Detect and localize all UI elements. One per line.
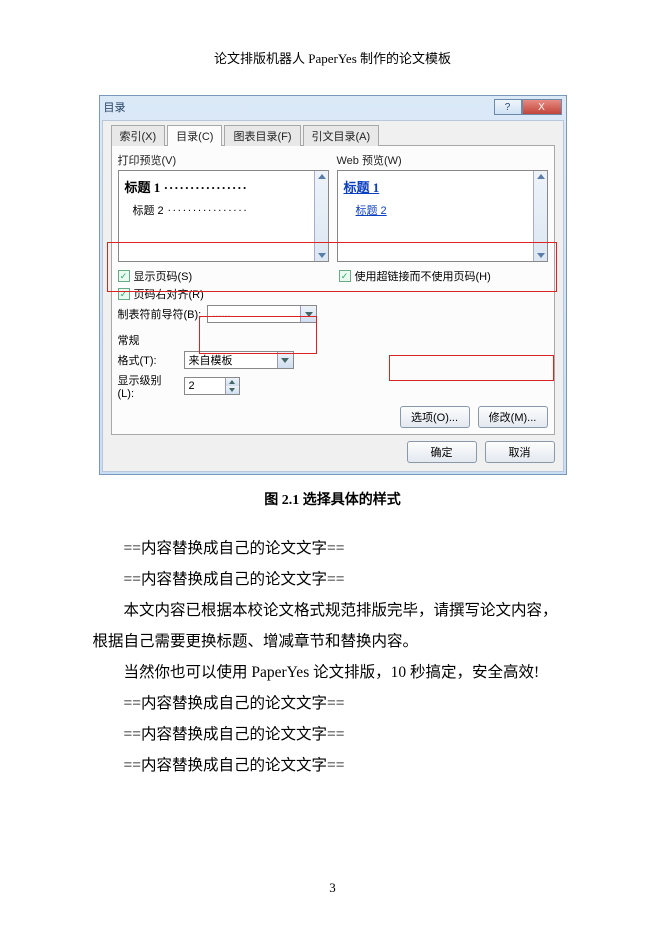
checkbox-hyperlink-label: 使用超链接而不使用页码(H) bbox=[355, 268, 491, 284]
web-preview: 标题 1 标题 2 bbox=[337, 170, 548, 262]
modify-button[interactable]: 修改(M)... bbox=[478, 406, 548, 428]
tab-figures[interactable]: 图表目录(F) bbox=[224, 125, 300, 146]
leader-label: 制表符前导符(B): bbox=[118, 306, 202, 322]
toc-dialog: 目录 ? X 索引(X) 目录(C) 图表目录(F) 引文目录(A) 打印预览(… bbox=[99, 95, 567, 475]
para: ==内容替换成自己的论文文字== bbox=[93, 719, 573, 750]
checkbox-right-align[interactable]: ✓ bbox=[118, 288, 130, 300]
tab-citations[interactable]: 引文目录(A) bbox=[303, 125, 380, 146]
scrollbar[interactable] bbox=[314, 171, 328, 261]
chevron-down-icon[interactable] bbox=[300, 306, 316, 322]
figure-caption: 图 2.1 选择具体的样式 bbox=[0, 489, 665, 509]
toc-dots-2: ................ bbox=[168, 202, 314, 218]
toc-heading-1: 标题 1 bbox=[125, 177, 161, 196]
tab-index[interactable]: 索引(X) bbox=[111, 125, 166, 146]
checkbox-right-align-label: 页码右对齐(R) bbox=[134, 286, 204, 302]
scrollbar-web[interactable] bbox=[533, 171, 547, 261]
body-text: ==内容替换成自己的论文文字== ==内容替换成自己的论文文字== 本文内容已根… bbox=[93, 533, 573, 781]
format-value: 来自模板 bbox=[189, 352, 233, 368]
level-value: 2 bbox=[189, 380, 195, 392]
para: 本文内容已根据本校论文格式规范排版完毕，请撰写论文内容，根据自己需要更换标题、增… bbox=[93, 595, 573, 657]
toc-heading-2: 标题 2 bbox=[133, 202, 164, 218]
tab-toc[interactable]: 目录(C) bbox=[167, 125, 222, 146]
toc-dots: ................ bbox=[164, 177, 313, 196]
checkbox-hyperlink[interactable]: ✓ bbox=[339, 270, 351, 282]
chevron-down-icon[interactable] bbox=[277, 352, 293, 368]
page-number: 3 bbox=[0, 880, 665, 896]
print-preview: 标题 1 ................ 1 标题 2 ...........… bbox=[118, 170, 329, 262]
checkbox-show-page[interactable]: ✓ bbox=[118, 270, 130, 282]
ok-button[interactable]: 确定 bbox=[407, 441, 477, 463]
leader-combo[interactable]: ...... bbox=[207, 305, 317, 323]
para: ==内容替换成自己的论文文字== bbox=[93, 533, 573, 564]
general-label: 常规 bbox=[118, 332, 548, 348]
format-label: 格式(T): bbox=[118, 352, 178, 368]
para: ==内容替换成自己的论文文字== bbox=[93, 750, 573, 781]
format-combo[interactable]: 来自模板 bbox=[184, 351, 294, 369]
spinner-icon[interactable] bbox=[225, 378, 239, 394]
options-button[interactable]: 选项(O)... bbox=[400, 406, 470, 428]
dialog-title: 目录 bbox=[104, 99, 126, 115]
tab-strip: 索引(X) 目录(C) 图表目录(F) 引文目录(A) bbox=[111, 125, 555, 146]
tab-panel: 打印预览(V) 标题 1 ................ 1 标题 2 ...… bbox=[111, 145, 555, 435]
level-label: 显示级别(L): bbox=[118, 372, 178, 400]
para: ==内容替换成自己的论文文字== bbox=[93, 564, 573, 595]
para: 当然你也可以使用 PaperYes 论文排版，10 秒搞定，安全高效! bbox=[93, 657, 573, 688]
para: ==内容替换成自己的论文文字== bbox=[93, 688, 573, 719]
help-button[interactable]: ? bbox=[494, 99, 522, 115]
dialog-titlebar: 目录 ? X bbox=[100, 96, 566, 118]
level-spinner[interactable]: 2 bbox=[184, 377, 240, 395]
web-link-1[interactable]: 标题 1 bbox=[344, 180, 380, 195]
checkbox-show-page-label: 显示页码(S) bbox=[134, 268, 193, 284]
web-link-2[interactable]: 标题 2 bbox=[344, 202, 387, 218]
page-header: 论文排版机器人 PaperYes 制作的论文模板 bbox=[0, 0, 665, 67]
leader-value: ...... bbox=[212, 308, 230, 320]
print-preview-label: 打印预览(V) bbox=[118, 152, 329, 168]
web-preview-label: Web 预览(W) bbox=[337, 152, 548, 168]
cancel-button[interactable]: 取消 bbox=[485, 441, 555, 463]
close-button[interactable]: X bbox=[522, 99, 562, 115]
